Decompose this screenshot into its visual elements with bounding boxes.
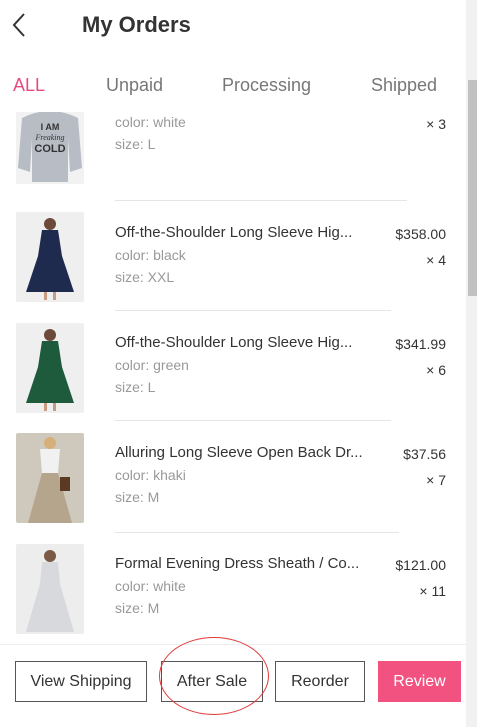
tab-processing[interactable]: Processing [222,75,311,96]
header: My Orders [0,0,466,52]
divider [115,532,399,533]
item-size: size: XXL [115,269,175,285]
list-item[interactable]: Formal Evening Dress Sheath / Co... colo… [0,541,466,644]
list-item[interactable]: I AM Freaking COLD color: white size: L … [0,112,466,208]
sweatshirt-print-line: I AM [41,122,60,132]
item-info: Off-the-Shoulder Long Sleeve Hig... colo… [115,334,365,395]
after-sale-button[interactable]: After Sale [161,661,263,702]
tab-all[interactable]: ALL [13,75,45,96]
item-color: color: black [115,247,186,263]
item-quantity: × 11 [419,583,446,599]
item-name[interactable]: Off-the-Shoulder Long Sleeve Hig... [115,224,365,241]
chevron-left-icon[interactable] [8,10,32,40]
item-size: size: M [115,489,160,505]
item-color: color: khaki [115,467,186,483]
item-color: color: white [115,578,186,594]
reorder-button[interactable]: Reorder [275,661,365,702]
list-item[interactable]: Off-the-Shoulder Long Sleeve Hig... colo… [0,210,466,320]
item-info: Alluring Long Sleeve Open Back Dr... col… [115,444,365,505]
view-shipping-button[interactable]: View Shipping [15,661,147,702]
item-size: size: L [115,136,156,152]
product-thumbnail[interactable]: I AM Freaking COLD [16,112,84,184]
item-price: $341.99 [395,336,446,352]
product-thumbnail[interactable] [16,544,84,634]
item-price: $121.00 [395,557,446,573]
sweatshirt-print-line: Freaking [34,133,64,142]
item-price: $37.56 [403,446,446,462]
item-quantity: × 7 [426,472,446,488]
divider [115,310,391,311]
review-button[interactable]: Review [378,661,461,702]
order-item-list[interactable]: I AM Freaking COLD color: white size: L … [0,112,466,644]
divider [115,200,407,201]
item-name[interactable]: Formal Evening Dress Sheath / Co... [115,555,365,572]
item-color: color: green [115,357,189,373]
tab-unpaid[interactable]: Unpaid [106,75,163,96]
item-quantity: × 3 [426,116,446,132]
item-quantity: × 6 [426,362,446,378]
order-actions-bar: View Shipping After Sale Reorder Review [0,644,466,727]
list-item[interactable]: Off-the-Shoulder Long Sleeve Hig... colo… [0,320,466,430]
scrollbar-thumb[interactable] [468,80,477,296]
item-price: $358.00 [395,226,446,242]
product-thumbnail[interactable] [16,433,84,523]
item-size: size: L [115,379,156,395]
tab-bar: ALL Unpaid Processing Shipped [0,62,466,110]
item-info: Formal Evening Dress Sheath / Co... colo… [115,555,365,616]
list-item[interactable]: Alluring Long Sleeve Open Back Dr... col… [0,430,466,540]
sweatshirt-print-line: COLD [34,143,65,155]
product-thumbnail[interactable] [16,212,84,302]
item-quantity: × 4 [426,252,446,268]
product-thumbnail[interactable] [16,323,84,413]
item-name[interactable]: Off-the-Shoulder Long Sleeve Hig... [115,334,365,351]
item-info: color: white size: L [115,112,186,152]
tab-shipped[interactable]: Shipped [371,75,437,96]
item-size: size: M [115,600,160,616]
item-name[interactable]: Alluring Long Sleeve Open Back Dr... [115,444,365,461]
item-info: Off-the-Shoulder Long Sleeve Hig... colo… [115,224,365,285]
item-color: color: white [115,114,186,130]
page-title: My Orders [82,12,191,37]
divider [115,420,391,421]
